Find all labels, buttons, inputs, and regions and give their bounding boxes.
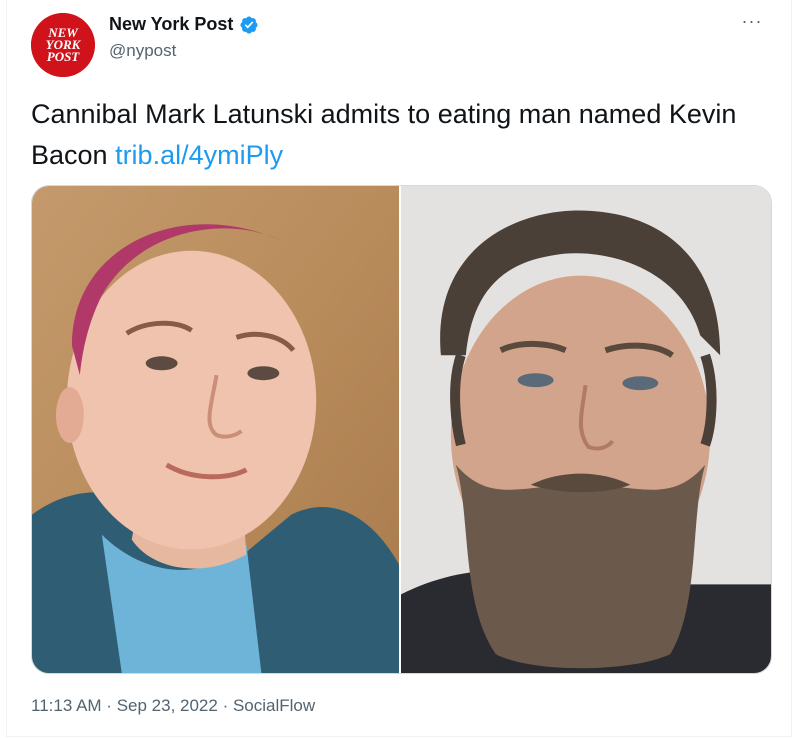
tweet-card[interactable]: NEW YORK POST New York Post @nypost ··· …: [6, 0, 792, 737]
avatar[interactable]: NEW YORK POST: [31, 13, 95, 77]
nypost-logo: NEW YORK POST: [31, 13, 95, 77]
tweet-text: Cannibal Mark Latunski admits to eating …: [31, 94, 771, 176]
tweet-time[interactable]: 11:13 AM: [31, 696, 102, 715]
tweet-media[interactable]: [31, 185, 772, 674]
photo-young-man[interactable]: [32, 186, 399, 673]
display-name[interactable]: New York Post: [109, 14, 233, 35]
meta-sep: ·: [217, 696, 233, 715]
tweet-date[interactable]: Sep 23, 2022: [117, 696, 218, 715]
author-info: New York Post @nypost: [109, 14, 259, 61]
meta-sep: ·: [101, 696, 117, 715]
verified-badge-icon: [239, 15, 259, 35]
svg-text:POST: POST: [47, 49, 81, 64]
tweet-meta: 11:13 AM · Sep 23, 2022 · SocialFlow: [31, 696, 315, 716]
tweet-source: SocialFlow: [232, 696, 316, 715]
handle[interactable]: @nypost: [109, 41, 259, 61]
tweet-link[interactable]: trib.al/4ymiPly: [115, 140, 283, 170]
photo-bearded-man[interactable]: [399, 186, 771, 673]
more-options-icon[interactable]: ···: [737, 12, 767, 36]
